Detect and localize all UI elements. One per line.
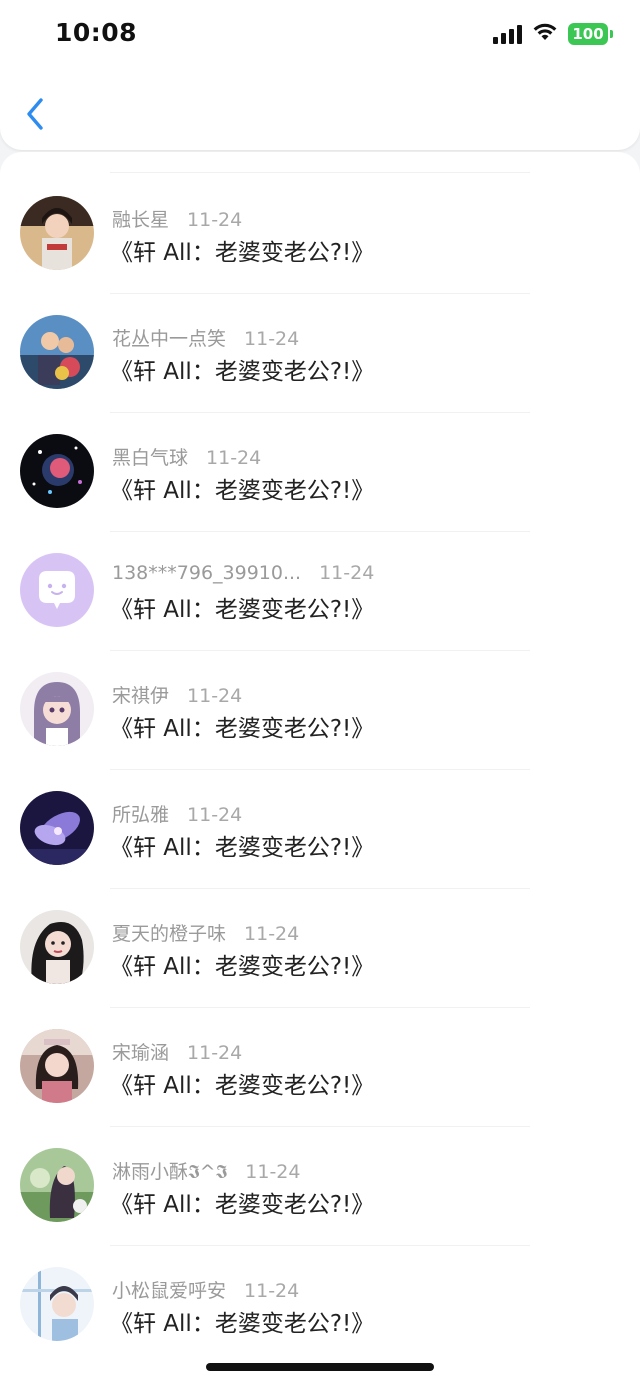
list-item[interactable]: 小松鼠爱呼安 11-24 《轩 All：老婆变老公?!》 bbox=[0, 1223, 640, 1342]
sender-name: 小松鼠爱呼安 bbox=[112, 1280, 227, 1302]
message-text: 《轩 All：老婆变老公?!》 bbox=[110, 1311, 375, 1337]
battery-icon: 100 bbox=[568, 23, 613, 45]
message-date: 11-24 bbox=[245, 1161, 301, 1183]
message-date: 11-24 bbox=[244, 1280, 300, 1302]
message-date: 11-24 bbox=[319, 562, 375, 584]
message-text: 《轩 All：老婆变老公?!》 bbox=[110, 835, 375, 861]
chevron-left-icon bbox=[25, 97, 45, 135]
message-text: 《轩 All：老婆变老公?!》 bbox=[110, 359, 375, 385]
list-item[interactable]: 夏天的橙子味 11-24 《轩 All：老婆变老公?!》 bbox=[0, 866, 640, 1008]
avatar[interactable] bbox=[20, 1267, 94, 1341]
avatar[interactable] bbox=[20, 1029, 94, 1103]
message-date: 11-24 bbox=[206, 447, 262, 469]
message-date: 11-24 bbox=[244, 923, 300, 945]
avatar[interactable] bbox=[20, 315, 94, 389]
avatar[interactable] bbox=[20, 1148, 94, 1222]
list-item[interactable]: 宋祺伊 11-24 《轩 All：老婆变老公?!》 bbox=[0, 628, 640, 770]
message-text: 《轩 All：老婆变老公?!》 bbox=[110, 478, 375, 504]
list-item[interactable]: 所弘雅 11-24 《轩 All：老婆变老公?!》 bbox=[0, 747, 640, 889]
wifi-icon bbox=[532, 22, 558, 46]
signal-icon bbox=[493, 24, 522, 44]
avatar[interactable] bbox=[20, 672, 94, 746]
message-date: 11-24 bbox=[187, 685, 243, 707]
message-date: 11-24 bbox=[244, 328, 300, 350]
sender-name: 花丛中一点笑 bbox=[112, 328, 227, 350]
sender-name: 宋祺伊 bbox=[112, 685, 170, 707]
sender-name: 淋雨小酥𝕴^𝕴 bbox=[112, 1161, 228, 1183]
message-text: 《轩 All：老婆变老公?!》 bbox=[110, 954, 375, 980]
sender-name: 所弘雅 bbox=[112, 804, 170, 826]
avatar[interactable] bbox=[20, 196, 94, 270]
avatar[interactable] bbox=[20, 910, 94, 984]
list-item[interactable]: 138***796_39910... 11-24 《轩 All：老婆变老公?!》 bbox=[0, 509, 640, 651]
sender-name: 138***796_39910... bbox=[112, 562, 302, 584]
message-text: 《轩 All：老婆变老公?!》 bbox=[110, 1073, 375, 1099]
sender-name: 融长星 bbox=[112, 209, 170, 231]
avatar[interactable] bbox=[20, 553, 94, 627]
message-text: 《轩 All：老婆变老公?!》 bbox=[110, 597, 375, 623]
message-date: 11-24 bbox=[187, 209, 243, 231]
sender-name: 夏天的橙子味 bbox=[112, 923, 227, 945]
sender-name: 黑白气球 bbox=[112, 447, 189, 469]
message-date: 11-24 bbox=[187, 1042, 243, 1064]
header-bar: 10:08 100 bbox=[0, 0, 640, 150]
list-item[interactable]: 淋雨小酥𝕴^𝕴 11-24 《轩 All：老婆变老公?!》 bbox=[0, 1104, 640, 1246]
list-item[interactable]: 花丛中一点笑 11-24 《轩 All：老婆变老公?!》 bbox=[0, 271, 640, 413]
status-icons: 100 bbox=[493, 22, 613, 46]
avatar[interactable] bbox=[20, 791, 94, 865]
message-text: 《轩 All：老婆变老公?!》 bbox=[110, 1192, 375, 1218]
list-item[interactable]: 黑白气球 11-24 《轩 All：老婆变老公?!》 bbox=[0, 390, 640, 532]
list-item[interactable]: 融长星 11-24 《轩 All：老婆变老公?!》 bbox=[0, 152, 640, 294]
message-text: 《轩 All：老婆变老公?!》 bbox=[110, 716, 375, 742]
message-text: 《轩 All：老婆变老公?!》 bbox=[110, 240, 375, 266]
avatar[interactable] bbox=[20, 434, 94, 508]
home-indicator[interactable] bbox=[206, 1363, 434, 1371]
sender-name: 宋瑜涵 bbox=[112, 1042, 170, 1064]
back-button[interactable] bbox=[20, 96, 50, 136]
status-time: 10:08 bbox=[55, 18, 138, 47]
message-date: 11-24 bbox=[187, 804, 243, 826]
battery-level: 100 bbox=[572, 25, 604, 43]
message-list: 融长星 11-24 《轩 All：老婆变老公?!》 花丛中一点笑 11-24 《… bbox=[0, 152, 640, 1385]
status-bar: 10:08 100 bbox=[0, 0, 640, 70]
list-item[interactable]: 宋瑜涵 11-24 《轩 All：老婆变老公?!》 bbox=[0, 985, 640, 1127]
